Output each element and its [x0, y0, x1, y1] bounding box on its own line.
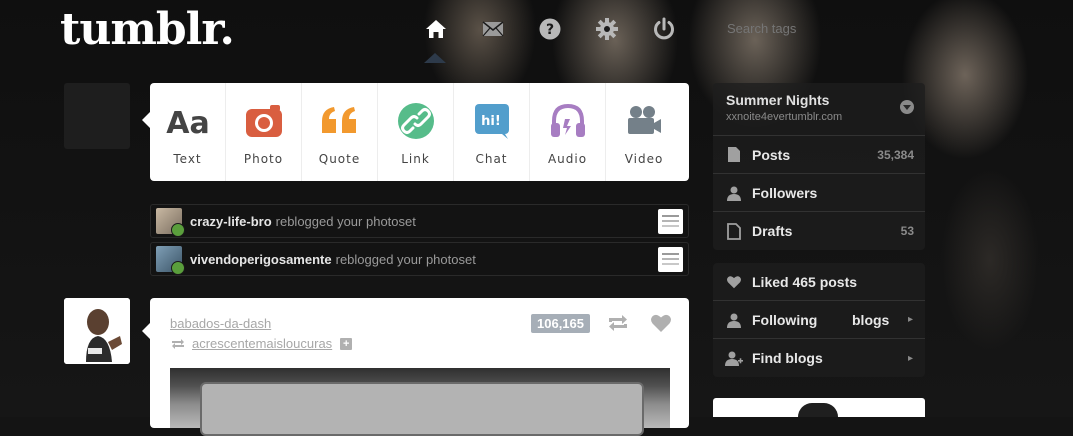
- blog-title[interactable]: Summer Nights: [726, 92, 829, 108]
- notification-avatar[interactable]: [156, 208, 185, 237]
- nav-settings-button[interactable]: [591, 14, 623, 44]
- envelope-icon: [482, 21, 504, 37]
- sidebar-item-label: Find blogs: [752, 350, 823, 366]
- post-type-audio[interactable]: Audio: [530, 83, 606, 181]
- post-type-label: Link: [401, 152, 430, 166]
- post-type-label: Quote: [318, 152, 361, 166]
- tumblr-logo[interactable]: tumblr.: [60, 4, 235, 55]
- post-type-video[interactable]: Video: [606, 83, 682, 181]
- notification-row[interactable]: crazy-life-bro reblogged your photoset: [150, 204, 689, 238]
- sidebar-item-label: Posts: [752, 146, 791, 163]
- notification-action: reblogged your photoset: [335, 251, 476, 267]
- post-type-quote[interactable]: Quote: [302, 83, 378, 181]
- notification-user[interactable]: vivendoperigosamente: [190, 252, 332, 267]
- document-icon: [728, 147, 740, 162]
- post-type-label: Photo: [243, 152, 284, 166]
- sidebar-item-following[interactable]: Following blogs ▸: [713, 301, 925, 339]
- notification-action: reblogged your photoset: [275, 213, 416, 229]
- reblog-badge-icon: [171, 261, 185, 275]
- notes-count[interactable]: 106,165: [531, 314, 590, 333]
- post-type-chat[interactable]: hi! Chat: [454, 83, 530, 181]
- search-input[interactable]: [725, 18, 909, 40]
- headphones-icon: [550, 103, 585, 137]
- text-icon: Aa: [166, 106, 209, 141]
- sidebar-item-count: 53: [900, 224, 914, 238]
- post-card: babados-da-dash acrescentemaisloucuras +…: [142, 298, 689, 436]
- sidebar-item-followers[interactable]: Followers: [713, 174, 925, 212]
- notification-avatar[interactable]: [156, 246, 185, 275]
- post-author-avatar[interactable]: [64, 298, 130, 364]
- home-icon: [426, 20, 446, 38]
- top-navigation: ?: [420, 14, 680, 44]
- sidebar-item-posts[interactable]: Posts 35,384: [713, 136, 925, 174]
- blog-dropdown-icon[interactable]: [900, 100, 914, 114]
- reblog-icon: [609, 315, 627, 331]
- svg-text:hi!: hi!: [481, 114, 501, 129]
- nav-home-button[interactable]: [420, 14, 452, 44]
- avatar-image: [64, 298, 130, 364]
- reblog-small-icon: [172, 338, 184, 349]
- sidebar-item-count: 35,384: [877, 147, 914, 162]
- blog-sidebar: Summer Nights xxnoite4evertumblr.com Pos…: [713, 83, 925, 250]
- like-button[interactable]: [650, 313, 672, 338]
- blog-header[interactable]: Summer Nights xxnoite4evertumblr.com: [713, 83, 925, 136]
- post-type-text[interactable]: Aa Text: [150, 83, 226, 181]
- sidebar-item-find-blogs[interactable]: Find blogs ▸: [713, 339, 925, 377]
- sidebar-item-label: Following: [752, 311, 818, 328]
- nav-help-button[interactable]: ?: [534, 14, 566, 44]
- draft-icon: [727, 222, 741, 240]
- following-blogs-label: blogs: [852, 311, 890, 328]
- sidebar-item-label: Liked 465 posts: [752, 273, 858, 290]
- chevron-right-icon: ▸: [907, 314, 913, 325]
- video-camera-icon: [628, 106, 661, 134]
- chevron-right-icon: ▸: [907, 352, 913, 364]
- question-icon: ?: [539, 18, 561, 40]
- blog-url: xxnoite4evertumblr.com: [726, 111, 843, 123]
- heart-icon: [727, 275, 741, 288]
- svg-text:?: ?: [546, 22, 554, 38]
- reblog-badge-icon: [171, 223, 185, 237]
- heart-icon: [651, 314, 671, 332]
- active-nav-pointer: [424, 53, 446, 63]
- sidebar-links: Liked 465 posts Following blogs ▸ Find b…: [713, 263, 925, 377]
- nav-messages-button[interactable]: [477, 14, 509, 44]
- sidebar-item-liked[interactable]: Liked 465 posts: [713, 263, 925, 301]
- person-icon: [727, 313, 741, 328]
- gear-icon: [596, 18, 618, 40]
- notification-thumbnail[interactable]: [658, 209, 683, 234]
- sidebar-item-label: Followers: [752, 184, 818, 201]
- post-type-label: Video: [624, 152, 664, 166]
- followers-icon: [727, 186, 741, 201]
- power-icon: [654, 17, 674, 40]
- add-person-icon: [725, 351, 743, 366]
- post-photo[interactable]: [170, 368, 670, 436]
- reblog-button[interactable]: [606, 313, 630, 338]
- post-type-link[interactable]: Link: [378, 83, 454, 181]
- post-type-photo[interactable]: Photo: [226, 83, 302, 181]
- nav-logout-button[interactable]: [648, 14, 680, 44]
- chat-icon: hi!: [474, 104, 509, 139]
- user-avatar[interactable]: [64, 83, 130, 149]
- sidebar-item-label: Drafts: [752, 223, 793, 239]
- follow-plus-icon[interactable]: +: [340, 337, 353, 350]
- quote-icon: [321, 107, 356, 133]
- post-type-label: Audio: [547, 152, 588, 166]
- reblogged-from: acrescentemaisloucuras +: [170, 336, 353, 351]
- notification-user[interactable]: crazy-life-bro: [190, 214, 272, 229]
- reblogged-from-link[interactable]: acrescentemaisloucuras: [192, 336, 332, 351]
- notification-thumbnail[interactable]: [658, 247, 683, 272]
- notification-row[interactable]: vivendoperigosamente reblogged your phot…: [150, 242, 689, 276]
- post-type-label: Text: [173, 152, 202, 166]
- sidebar-radar-card[interactable]: [713, 398, 925, 417]
- link-icon: [397, 103, 434, 139]
- sidebar-item-drafts[interactable]: Drafts 53: [713, 212, 925, 250]
- svg-text:Aa: Aa: [166, 106, 209, 141]
- camera-icon: [245, 105, 282, 137]
- post-author-link[interactable]: babados-da-dash: [170, 316, 271, 331]
- new-post-box: Aa Text Photo Quote Link hi! Chat Audio …: [142, 83, 689, 181]
- post-type-label: Chat: [475, 152, 508, 166]
